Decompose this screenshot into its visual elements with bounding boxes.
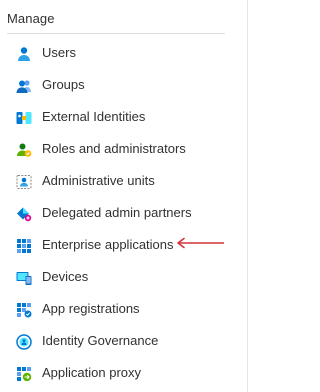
nav-item-delegated-admin-partners[interactable]: Delegated admin partners <box>0 198 247 230</box>
nav-item-groups[interactable]: Groups <box>0 70 247 102</box>
nav-item-label: Application proxy <box>42 365 141 380</box>
nav-item-devices[interactable]: Devices <box>0 262 247 294</box>
identity-governance-icon <box>16 334 32 350</box>
nav-item-label: Enterprise applications <box>42 237 174 252</box>
nav-item-identity-governance[interactable]: Identity Governance <box>0 326 247 358</box>
manage-nav-list: Users Groups External Identities Roles a… <box>0 38 247 390</box>
nav-item-roles-and-administrators[interactable]: Roles and administrators <box>0 134 247 166</box>
app-registrations-icon <box>16 302 32 318</box>
administrative-units-icon <box>16 174 32 190</box>
nav-item-label: Roles and administrators <box>42 141 186 156</box>
roles-icon <box>16 142 32 158</box>
nav-item-label: External Identities <box>42 109 146 124</box>
section-title: Manage <box>7 11 55 26</box>
nav-item-label: Devices <box>42 269 89 284</box>
nav-item-label: Groups <box>42 77 85 92</box>
user-icon <box>16 46 32 62</box>
enterprise-apps-icon <box>16 238 32 254</box>
nav-item-app-registrations[interactable]: App registrations <box>0 294 247 326</box>
nav-item-label: Identity Governance <box>42 333 159 348</box>
nav-item-label: App registrations <box>42 301 140 316</box>
nav-item-users[interactable]: Users <box>0 38 247 70</box>
section-divider <box>7 33 225 34</box>
nav-item-label: Delegated admin partners <box>42 205 192 220</box>
manage-panel: Manage Users Groups External Identities … <box>0 0 248 392</box>
groups-icon <box>16 78 32 94</box>
devices-icon <box>16 270 32 286</box>
nav-item-label: Administrative units <box>42 173 155 188</box>
annotation-arrow-icon <box>177 237 224 249</box>
nav-item-label: Users <box>42 45 76 60</box>
nav-item-administrative-units[interactable]: Administrative units <box>0 166 247 198</box>
delegated-admin-icon <box>16 206 32 222</box>
application-proxy-icon <box>16 366 32 382</box>
nav-item-external-identities[interactable]: External Identities <box>0 102 247 134</box>
external-identities-icon <box>16 110 32 126</box>
nav-item-application-proxy[interactable]: Application proxy <box>0 358 247 390</box>
